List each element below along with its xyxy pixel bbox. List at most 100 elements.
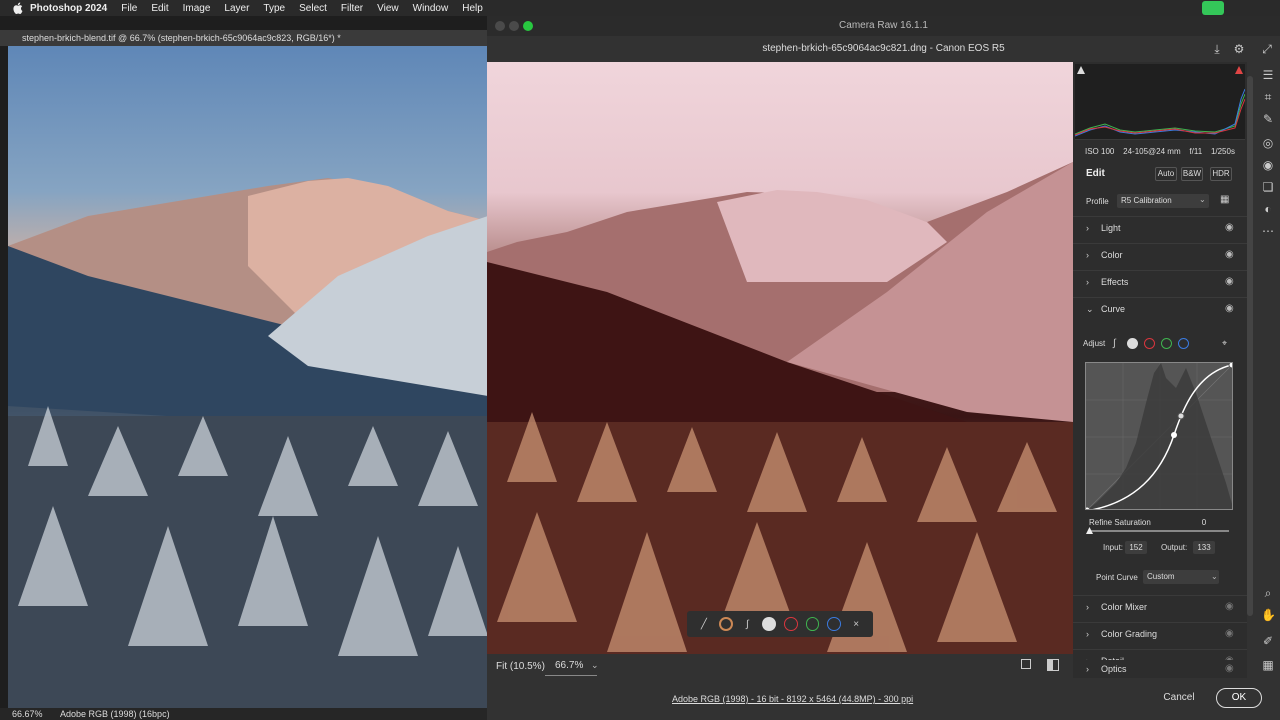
menu-edit[interactable]: Edit xyxy=(151,3,168,14)
tone-curve-graph[interactable] xyxy=(1085,362,1233,510)
eye-icon[interactable]: ◉ xyxy=(1225,660,1234,678)
white-channel-button[interactable] xyxy=(1127,338,1138,349)
section-optics[interactable]: › Optics ◉ xyxy=(1073,660,1247,678)
hdr-button[interactable]: HDR xyxy=(1210,167,1232,181)
menu-file[interactable]: File xyxy=(121,3,137,14)
color-sampler-icon[interactable]: ✐ xyxy=(1261,634,1275,648)
grid-overlay-icon[interactable]: ▦ xyxy=(1261,658,1275,672)
section-color-mixer[interactable]: › Color Mixer ◉ xyxy=(1073,595,1247,617)
section-curve[interactable]: ⌄ Curve ◉ xyxy=(1073,297,1247,319)
panel-scrollbar[interactable] xyxy=(1247,76,1253,616)
refine-saturation-value[interactable]: 0 xyxy=(1193,516,1215,529)
section-effects[interactable]: › Effects ◉ xyxy=(1073,270,1247,292)
menu-help[interactable]: Help xyxy=(462,3,483,14)
input-output-row: Input: 152 Output: 133 xyxy=(1073,540,1247,560)
lens-value: 24-105@24 mm xyxy=(1123,147,1181,156)
target-adjust-icon[interactable]: ⌖ xyxy=(1222,338,1233,349)
cancel-button[interactable]: Cancel xyxy=(1155,688,1203,708)
chevron-right-icon: › xyxy=(1086,629,1089,639)
section-color[interactable]: › Color ◉ xyxy=(1073,243,1247,265)
parametric-curve-icon[interactable]: ∫ xyxy=(741,617,755,631)
close-window-button[interactable] xyxy=(495,21,505,31)
bw-button[interactable]: B&W xyxy=(1181,167,1203,181)
app-name[interactable]: Photoshop 2024 xyxy=(30,3,107,14)
color-wheel-icon[interactable] xyxy=(718,617,733,631)
zoom-window-button[interactable] xyxy=(523,21,533,31)
profile-row: Profile R5 Calibration ⌄ ▦ xyxy=(1073,192,1247,212)
camera-raw-preview[interactable] xyxy=(487,62,1073,654)
status-color-profile[interactable]: Adobe RGB (1998) (16bpc) xyxy=(60,708,170,720)
fullscreen-icon[interactable]: ⤢ xyxy=(1260,42,1274,56)
hand-icon[interactable]: ✋ xyxy=(1261,608,1276,622)
menu-select[interactable]: Select xyxy=(299,3,327,14)
profile-select[interactable]: R5 Calibration xyxy=(1117,194,1209,208)
ok-button[interactable]: OK xyxy=(1216,688,1262,708)
section-light[interactable]: › Light ◉ xyxy=(1073,216,1247,238)
zoom-level-select[interactable]: 66.7% xyxy=(545,658,597,676)
red-eye-icon[interactable]: ◉ xyxy=(1261,158,1275,172)
video-camera-icon[interactable] xyxy=(1202,1,1224,15)
blue-channel-button[interactable] xyxy=(827,617,842,631)
green-channel-button[interactable] xyxy=(805,617,820,631)
curve-adjust-row: Adjust ∫ ⌖ xyxy=(1073,334,1247,354)
blue-channel-button[interactable] xyxy=(1178,338,1189,349)
zoom-icon[interactable]: ⌕ xyxy=(1261,586,1275,600)
presets-icon[interactable]: ◐ xyxy=(1261,202,1275,216)
document-tab[interactable]: stephen-brkich-blend.tif @ 66.7% (stephe… xyxy=(0,30,490,46)
eye-icon[interactable]: ◉ xyxy=(1225,623,1234,645)
healing-icon[interactable]: ✎ xyxy=(1261,112,1275,126)
gear-icon[interactable]: ⚙ xyxy=(1232,42,1246,56)
status-zoom[interactable]: 66.67% xyxy=(12,708,43,720)
save-icon[interactable]: ⤓ xyxy=(1210,42,1224,56)
adjust-label: Adjust xyxy=(1083,339,1106,348)
green-channel-button[interactable] xyxy=(1161,338,1172,349)
apple-icon[interactable] xyxy=(12,2,24,14)
workflow-options-link[interactable]: Adobe RGB (1998) - 16 bit - 8192 x 5464 … xyxy=(672,694,913,704)
chevron-down-icon[interactable]: ⌄ xyxy=(591,660,599,671)
snapshots-icon[interactable]: ❏ xyxy=(1261,180,1275,194)
auto-button[interactable]: Auto xyxy=(1155,167,1177,181)
eye-icon[interactable]: ◉ xyxy=(1225,298,1234,320)
white-channel-button[interactable] xyxy=(762,617,776,631)
menu-filter[interactable]: Filter xyxy=(341,3,363,14)
before-after-icon[interactable] xyxy=(1047,659,1059,671)
edit-sliders-icon[interactable]: ☰ xyxy=(1261,68,1275,82)
input-field[interactable]: 152 xyxy=(1125,541,1147,554)
menu-image[interactable]: Image xyxy=(183,3,211,14)
eye-icon[interactable]: ◉ xyxy=(1225,244,1234,266)
eye-icon[interactable]: ◉ xyxy=(1225,271,1234,293)
red-channel-button[interactable] xyxy=(1144,338,1155,349)
more-icon[interactable]: ⋯ xyxy=(1261,224,1275,238)
menu-window[interactable]: Window xyxy=(413,3,449,14)
crop-icon[interactable]: ⌗ xyxy=(1261,90,1275,104)
photoshop-canvas[interactable] xyxy=(8,46,488,708)
section-color-grading[interactable]: › Color Grading ◉ xyxy=(1073,622,1247,644)
refine-saturation-slider[interactable] xyxy=(1089,530,1229,532)
camera-info: ISO 100 24-105@24 mm f/11 1/250s xyxy=(1073,142,1247,162)
masking-icon[interactable]: ◎ xyxy=(1261,136,1275,150)
eye-icon[interactable]: ◉ xyxy=(1225,217,1234,239)
red-channel-button[interactable] xyxy=(783,617,798,631)
fit-zoom-button[interactable]: Fit (10.5%) xyxy=(496,661,545,672)
menu-type[interactable]: Type xyxy=(263,3,285,14)
chevron-right-icon: › xyxy=(1086,223,1089,233)
profile-browser-icon[interactable]: ▦ xyxy=(1220,194,1232,206)
file-title: stephen-brkich-65c9064ac9c821.dng - Cano… xyxy=(762,43,1005,54)
chevron-right-icon: › xyxy=(1086,602,1089,612)
section-label: Light xyxy=(1101,223,1121,233)
view-mode-icon[interactable] xyxy=(1021,659,1031,669)
profile-label: Profile xyxy=(1086,197,1109,206)
output-field[interactable]: 133 xyxy=(1193,541,1215,554)
edit-panel: ISO 100 24-105@24 mm f/11 1/250s Edit Au… xyxy=(1073,62,1247,678)
point-curve-label: Point Curve xyxy=(1096,573,1138,582)
minimize-window-button[interactable] xyxy=(509,21,519,31)
section-label: Optics xyxy=(1101,664,1127,674)
menu-layer[interactable]: Layer xyxy=(224,3,249,14)
eye-icon[interactable]: ◉ xyxy=(1225,596,1234,618)
menu-view[interactable]: View xyxy=(377,3,399,14)
parametric-curve-icon[interactable]: ∫ xyxy=(1113,338,1124,349)
close-icon[interactable]: × xyxy=(849,617,863,631)
section-label: Curve xyxy=(1101,304,1126,314)
curve-tool-icon[interactable]: ╱ xyxy=(697,617,711,631)
point-curve-select[interactable]: Custom xyxy=(1143,570,1219,584)
